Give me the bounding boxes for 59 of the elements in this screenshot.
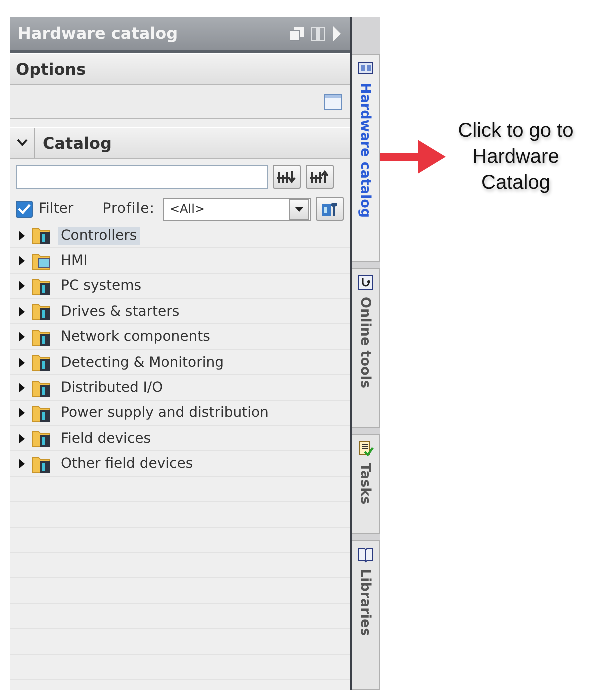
section-title: Catalog	[43, 134, 112, 152]
folder-icon	[32, 302, 52, 322]
folder-icon	[32, 252, 52, 271]
catalog-item[interactable]: PC systems	[58, 277, 145, 296]
catalog-item[interactable]: Detecting & Monitoring	[58, 354, 228, 372]
side-tab[interactable]: Tasks	[352, 434, 380, 534]
folder-icon	[32, 429, 52, 448]
profile-settings-button[interactable]	[316, 197, 344, 221]
expand-arrow-icon[interactable]	[18, 306, 26, 317]
dropdown-arrow-icon	[294, 206, 304, 212]
expand-arrow-icon[interactable]	[18, 383, 26, 394]
catalog-item[interactable]: Network components	[58, 328, 214, 346]
expand-arrow-icon[interactable]	[18, 230, 26, 241]
catalog-item[interactable]: Controllers	[58, 226, 140, 245]
catalog-item[interactable]: Other field devices	[58, 455, 196, 474]
expand-arrow-icon[interactable]	[18, 358, 26, 368]
window-icon[interactable]	[324, 94, 342, 110]
expand-arrow-icon[interactable]	[18, 434, 26, 444]
float-window-icon[interactable]	[290, 26, 304, 40]
profile-dropdown[interactable]: <All>	[163, 198, 311, 220]
stethoscope-icon	[358, 275, 374, 291]
expand-arrow-icon[interactable]	[18, 408, 26, 418]
collapse-arrow-icon[interactable]	[332, 26, 342, 42]
catalog-item[interactable]: Field devices	[58, 430, 154, 448]
device-wrench-icon	[321, 201, 339, 217]
catalog-item[interactable]: Power supply and distribution	[58, 404, 272, 422]
folder-icon	[32, 378, 52, 398]
catalog-item[interactable]: Distributed I/O	[58, 379, 166, 398]
catalog-item[interactable]: Drives & starters	[58, 302, 183, 321]
folder-icon	[32, 353, 52, 372]
expand-arrow-icon[interactable]	[18, 459, 26, 470]
pointer-arrow	[380, 140, 446, 174]
side-tab[interactable]: Hardware catalog	[352, 54, 380, 262]
folder-icon	[32, 276, 52, 296]
book-icon	[358, 547, 374, 563]
side-tab[interactable]: Libraries	[352, 540, 380, 690]
filter-checkbox[interactable]	[16, 200, 33, 218]
catalog-item[interactable]: HMI	[58, 252, 91, 270]
folder-icon	[32, 226, 52, 246]
expand-arrow-icon[interactable]	[18, 281, 26, 292]
checklist-icon	[358, 441, 374, 457]
catalog-icon	[358, 61, 374, 77]
folder-icon	[32, 454, 52, 474]
search-field[interactable]	[16, 165, 268, 189]
panel-title: Hardware catalog	[18, 24, 180, 43]
search-up-button[interactable]	[306, 165, 334, 189]
search-up-icon	[310, 170, 330, 184]
profile-label: Profile:	[102, 201, 155, 217]
side-tab[interactable]: Online tools	[352, 268, 380, 428]
folder-icon	[32, 328, 52, 347]
expand-arrow-icon[interactable]	[18, 256, 26, 266]
expand-arrow-icon[interactable]	[18, 332, 26, 342]
annotation-text: Click to go to Hardware Catalog	[457, 119, 575, 196]
search-down-icon	[277, 170, 297, 184]
section-title: Options	[16, 60, 86, 78]
filter-label: Filter	[39, 201, 74, 217]
search-down-button[interactable]	[273, 165, 301, 189]
folder-icon	[32, 404, 52, 423]
collapse-chevron-icon[interactable]	[16, 139, 28, 147]
